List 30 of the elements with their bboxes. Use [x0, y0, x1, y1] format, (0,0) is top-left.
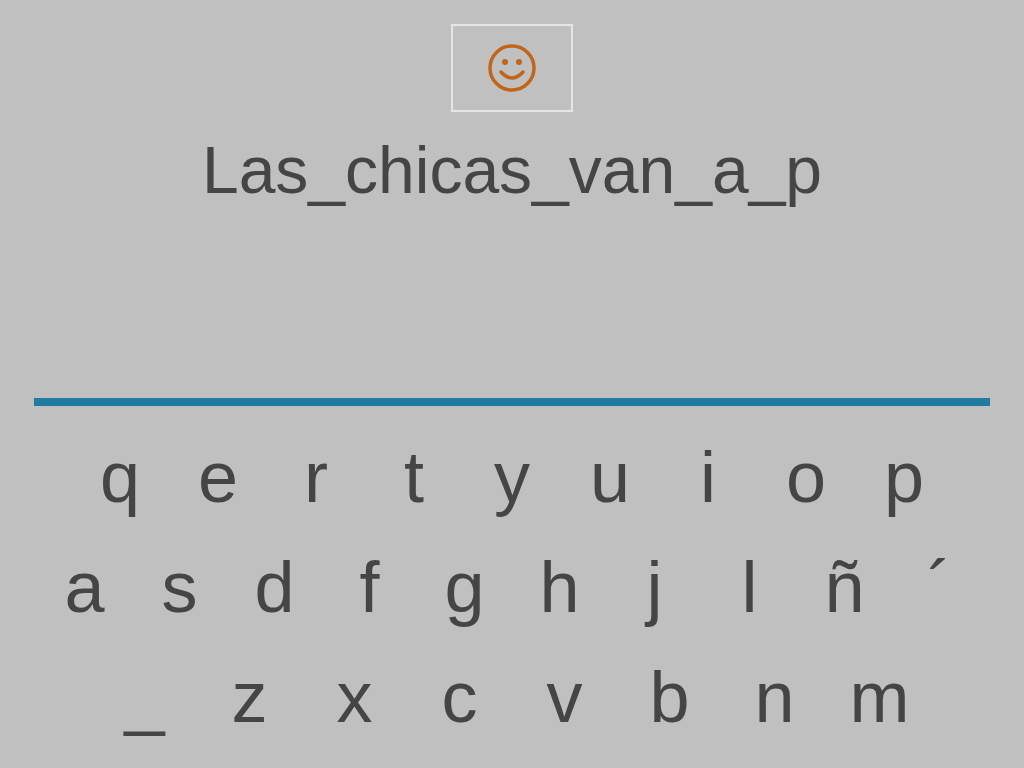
key-button[interactable]: n — [722, 655, 827, 739]
key-button[interactable]: a — [37, 545, 132, 629]
key-button[interactable]: c — [407, 655, 512, 739]
key-button[interactable]: g — [417, 545, 512, 629]
key-button[interactable]: d — [227, 545, 322, 629]
smiley-icon — [487, 43, 537, 93]
key-button[interactable]: q — [71, 435, 169, 519]
key-button[interactable]: o — [757, 435, 855, 519]
key-button[interactable]: m — [827, 655, 932, 739]
key-button[interactable]: l — [702, 545, 797, 629]
key-button[interactable]: z — [197, 655, 302, 739]
key-button[interactable]: u — [561, 435, 659, 519]
key-button[interactable]: y — [463, 435, 561, 519]
key-button[interactable]: e — [169, 435, 267, 519]
key-button[interactable]: v — [512, 655, 617, 739]
key-button[interactable]: h — [512, 545, 607, 629]
key-button[interactable]: b — [617, 655, 722, 739]
key-button[interactable]: i — [659, 435, 757, 519]
key-button[interactable]: j — [607, 545, 702, 629]
key-button[interactable]: f — [322, 545, 417, 629]
key-button[interactable]: ñ — [797, 545, 892, 629]
key-button[interactable]: _ — [92, 655, 197, 739]
answer-text: Las_chicas_van_a_p — [201, 132, 823, 208]
key-button[interactable]: x — [302, 655, 407, 739]
smiley-button[interactable] — [451, 24, 573, 112]
key-button[interactable]: ´ — [892, 545, 987, 629]
key-button[interactable]: t — [365, 435, 463, 519]
key-button[interactable]: r — [267, 435, 365, 519]
key-button[interactable]: s — [132, 545, 227, 629]
key-button[interactable]: p — [855, 435, 953, 519]
